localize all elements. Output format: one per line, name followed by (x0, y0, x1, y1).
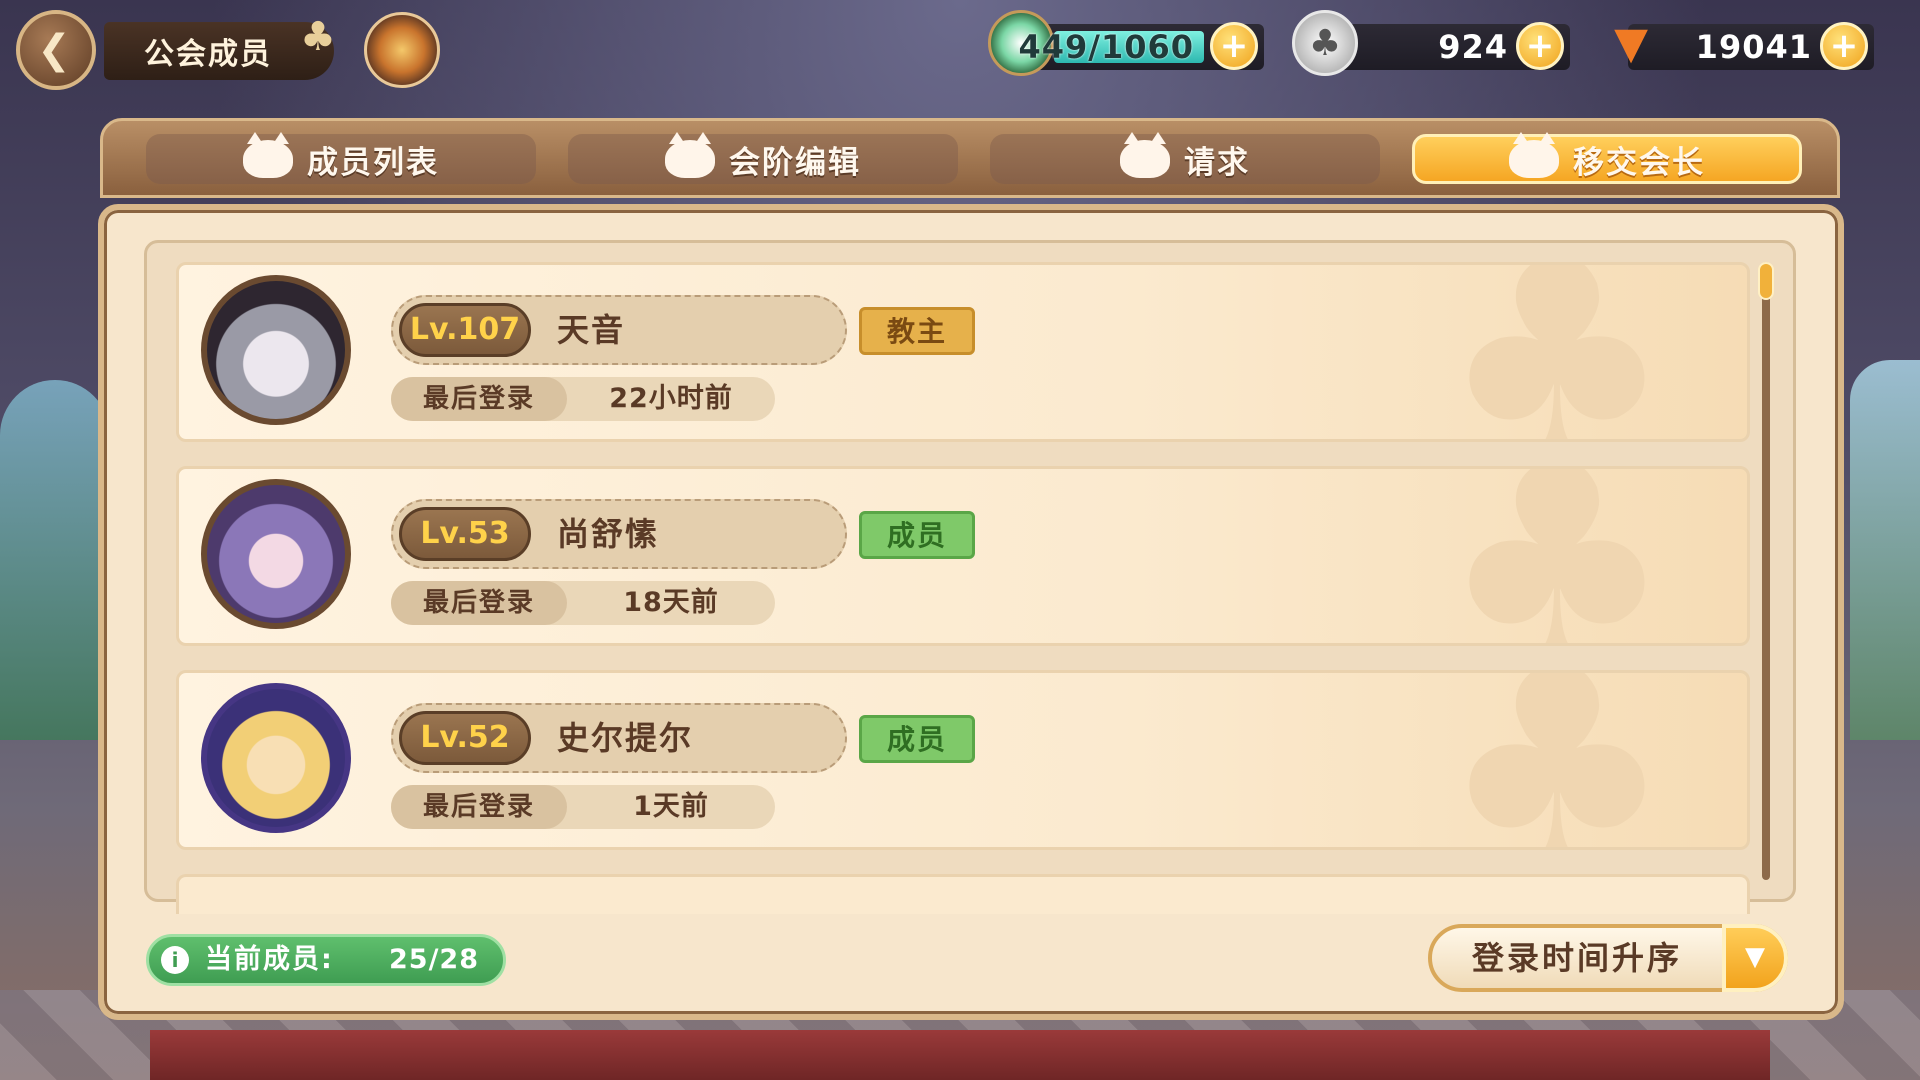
level-badge: Lv.107 (399, 303, 531, 357)
member-name: 天音 (557, 311, 626, 349)
last-login-value: 22小时前 (609, 383, 733, 414)
last-login-value: 1天前 (633, 791, 709, 822)
clover-watermark-icon: ♣ (1440, 670, 1674, 850)
background-carpet (150, 1030, 1770, 1080)
member-count: i 当前成员: 25/28 (146, 934, 506, 986)
add-carrot-button[interactable]: + (1820, 22, 1868, 70)
tab-transfer-leader[interactable]: 移交会长 (1412, 132, 1802, 184)
clover-decoration-icon: ♣ (300, 14, 336, 60)
carrot-value: 19041 (1695, 28, 1812, 66)
stamina-value: 449/1060 (1018, 28, 1194, 66)
back-arrow-icon: ❮ (37, 27, 71, 73)
last-login: 最后登录 18天前 (391, 581, 775, 625)
level-badge: Lv.53 (399, 507, 531, 561)
level-name-plate: Lv.107 天音 (391, 295, 847, 365)
tab-label: 移交会长 (1573, 144, 1705, 181)
avatar[interactable] (201, 479, 351, 629)
role-badge: 成员 (859, 511, 975, 559)
cat-transfer-icon (1509, 132, 1559, 178)
clover-watermark-icon: ♣ (1440, 262, 1674, 442)
last-login: 最后登录 22小时前 (391, 377, 775, 421)
clover-coin-icon: ♣ (1292, 10, 1358, 76)
tab-requests[interactable]: 请求 (990, 132, 1380, 184)
last-login-label: 最后登录 (391, 377, 567, 421)
last-login-label: 最后登录 (391, 581, 567, 625)
info-icon: i (161, 946, 189, 974)
member-count-label: 当前成员: (205, 944, 334, 975)
back-button[interactable]: ❮ (16, 10, 96, 90)
carrot-resource: ▼ 19041 + (1614, 18, 1874, 70)
member-row[interactable]: ♣ Lv.107 天音 教主 最后登录 22小时前 (176, 262, 1750, 442)
member-row[interactable]: ♣ Lv.53 尚舒愫 成员 最后登录 18天前 (176, 466, 1750, 646)
role-badge: 教主 (859, 307, 975, 355)
scrollbar-thumb[interactable] (1758, 262, 1774, 300)
guild-emblem-icon[interactable] (364, 12, 440, 88)
sort-dropdown[interactable]: 登录时间升序 ▼ (1428, 924, 1788, 992)
tab-label: 会阶编辑 (729, 144, 861, 181)
tab-member-list[interactable]: 成员列表 (146, 132, 536, 184)
member-row-partial[interactable] (176, 874, 1750, 914)
member-count-value: 25/28 (389, 944, 480, 975)
level-name-plate: Lv.53 尚舒愫 (391, 499, 847, 569)
scrollbar-track[interactable] (1762, 262, 1770, 880)
add-stamina-button[interactable]: + (1210, 22, 1258, 70)
clover-resource: ♣ 924 + (1292, 10, 1570, 76)
background-window-right (1850, 360, 1920, 740)
avatar[interactable] (201, 275, 351, 425)
cat-icon (665, 132, 715, 178)
tab-rank-edit[interactable]: 会阶编辑 (568, 132, 958, 184)
page-title: 公会成员 (144, 37, 272, 72)
add-clover-button[interactable]: + (1516, 22, 1564, 70)
sort-label: 登录时间升序 (1472, 939, 1683, 977)
cat-icon (1120, 132, 1170, 178)
last-login-value: 18天前 (623, 587, 719, 618)
tab-label: 成员列表 (307, 144, 439, 181)
tab-label: 请求 (1184, 144, 1250, 181)
avatar[interactable] (201, 683, 351, 833)
member-name: 史尔提尔 (557, 719, 694, 757)
last-login: 最后登录 1天前 (391, 785, 775, 829)
chevron-down-icon[interactable]: ▼ (1722, 924, 1788, 992)
role-badge: 成员 (859, 715, 975, 763)
level-badge: Lv.52 (399, 711, 531, 765)
last-login-label: 最后登录 (391, 785, 567, 829)
clover-value: 924 (1438, 28, 1508, 66)
stamina-resource: 449/1060 + (988, 10, 1264, 76)
carrot-icon: ▼ (1614, 17, 1648, 69)
member-row[interactable]: ♣ Lv.52 史尔提尔 成员 最后登录 1天前 (176, 670, 1750, 850)
member-name: 尚舒愫 (557, 515, 660, 553)
clover-watermark-icon: ♣ (1440, 466, 1674, 646)
background-window-left (0, 380, 110, 740)
cat-icon (243, 132, 293, 178)
level-name-plate: Lv.52 史尔提尔 (391, 703, 847, 773)
